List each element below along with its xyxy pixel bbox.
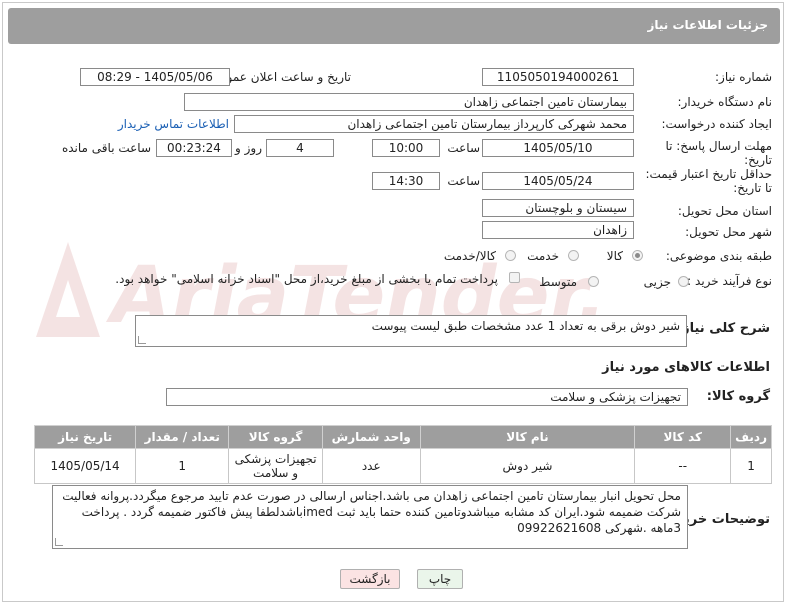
process-option-minor: جزیی bbox=[643, 275, 671, 289]
announce-datetime-field[interactable]: 1405/05/06 - 08:29 bbox=[80, 68, 230, 86]
price-validity-label-1: حداقل تاریخ اعتبار قیمت: bbox=[645, 167, 772, 181]
page-header: جزئیات اطلاعات نیاز bbox=[8, 8, 780, 44]
col-header-row: ردیف bbox=[730, 425, 772, 449]
process-radio-minor[interactable] bbox=[678, 276, 689, 287]
category-option-goods: کالا bbox=[606, 249, 623, 263]
cell-row: 1 bbox=[730, 448, 772, 484]
buyer-notes-text: محل تحویل انبار بیمارستان تامین اجتماعی … bbox=[62, 489, 681, 535]
resize-handle-icon[interactable] bbox=[138, 336, 146, 344]
city-label: شهر محل تحویل: bbox=[685, 225, 772, 239]
days-remaining-field[interactable]: 4 bbox=[266, 139, 334, 157]
reply-deadline-time-field[interactable]: 10:00 bbox=[372, 139, 440, 157]
col-header-date: تاریخ نیاز bbox=[33, 425, 137, 449]
process-option-medium: متوسط bbox=[539, 275, 577, 289]
time-remaining-field[interactable]: 00:23:24 bbox=[156, 139, 232, 157]
buyer-notes-field[interactable]: محل تحویل انبار بیمارستان تامین اجتماعی … bbox=[52, 485, 688, 549]
col-header-name: نام کالا bbox=[419, 425, 636, 449]
goods-table-header: ردیف کد کالا نام کالا واحد شمارش گروه کا… bbox=[33, 425, 772, 449]
col-header-group: گروه کالا bbox=[228, 425, 323, 449]
requester-label: ایجاد کننده درخواست: bbox=[661, 117, 772, 131]
summary-text: شیر دوش برقی به تعداد 1 عدد مشخصات طبق ل… bbox=[371, 319, 680, 333]
buyer-org-field[interactable]: بیمارستان تامین اجتماعی زاهدان bbox=[184, 93, 634, 111]
city-field[interactable]: زاهدان bbox=[482, 221, 634, 239]
province-label: استان محل تحویل: bbox=[677, 204, 772, 218]
category-radio-goods[interactable] bbox=[632, 250, 643, 261]
reply-deadline-label-2: تاریخ: bbox=[744, 153, 772, 167]
col-header-unit: واحد شمارش bbox=[321, 425, 421, 449]
cell-qty: 1 bbox=[135, 448, 230, 484]
goods-section-title: اطلاعات کالاهای مورد نیاز bbox=[602, 360, 770, 375]
cell-code: -- bbox=[634, 448, 732, 484]
reply-deadline-label-1: مهلت ارسال پاسخ: تا bbox=[665, 139, 772, 153]
price-validity-time-field[interactable]: 14:30 bbox=[372, 172, 440, 190]
process-type-label: نوع فرآیند خرید : bbox=[687, 274, 772, 288]
back-button[interactable]: بازگشت bbox=[340, 569, 400, 589]
buyer-org-label: نام دستگاه خریدار: bbox=[677, 95, 773, 109]
col-header-code: کد کالا bbox=[634, 425, 732, 449]
goods-table: ردیف کد کالا نام کالا واحد شمارش گروه کا… bbox=[33, 425, 772, 484]
category-radio-goods-service[interactable] bbox=[505, 250, 516, 261]
treasury-payment-checkbox[interactable] bbox=[509, 272, 520, 283]
cell-date: 1405/05/14 bbox=[33, 448, 137, 484]
need-number-field[interactable]: 1105050194000261 bbox=[482, 68, 634, 86]
print-button[interactable]: چاپ bbox=[417, 569, 463, 589]
process-radio-medium[interactable] bbox=[588, 276, 599, 287]
price-validity-date-field[interactable]: 1405/05/24 bbox=[482, 172, 634, 190]
summary-field[interactable]: شیر دوش برقی به تعداد 1 عدد مشخصات طبق ل… bbox=[135, 315, 687, 347]
category-option-service: خدمت bbox=[527, 249, 559, 263]
reply-deadline-time-label: ساعت bbox=[447, 141, 480, 155]
time-remaining-label: ساعت باقی مانده bbox=[61, 141, 151, 155]
summary-label: شرح کلی نیاز: bbox=[676, 321, 770, 336]
requester-field[interactable]: محمد شهرکی کارپرداز بیمارستان تامین اجتم… bbox=[234, 115, 634, 133]
table-row[interactable]: 1 -- شیر دوش عدد تجهیزات پزشکی و سلامت 1… bbox=[33, 448, 772, 484]
price-validity-label-2: تا تاریخ: bbox=[733, 181, 772, 195]
resize-handle-icon[interactable] bbox=[55, 538, 63, 546]
col-header-qty: تعداد / مقدار bbox=[135, 425, 230, 449]
treasury-payment-note: پرداخت تمام یا بخشی از مبلغ خرید،از محل … bbox=[115, 272, 498, 286]
days-label: روز و bbox=[235, 141, 262, 155]
category-option-goods-service: کالا/خدمت bbox=[443, 249, 496, 263]
cell-name: شیر دوش bbox=[419, 448, 636, 484]
cell-unit: عدد bbox=[321, 448, 421, 484]
contact-info-link[interactable]: اطلاعات تماس خریدار bbox=[118, 117, 229, 131]
category-label: طبقه بندی موضوعی: bbox=[665, 249, 772, 263]
price-validity-time-label: ساعت bbox=[447, 174, 480, 188]
goods-group-label: گروه کالا: bbox=[706, 389, 770, 404]
category-radio-service[interactable] bbox=[568, 250, 579, 261]
goods-group-field[interactable]: تجهیزات پزشکی و سلامت bbox=[166, 388, 688, 406]
page-title: جزئیات اطلاعات نیاز bbox=[647, 18, 768, 32]
province-field[interactable]: سیستان و بلوچستان bbox=[482, 199, 634, 217]
need-number-label: شماره نیاز: bbox=[715, 70, 772, 84]
cell-group: تجهیزات پزشکی و سلامت bbox=[228, 448, 323, 484]
reply-deadline-date-field[interactable]: 1405/05/10 bbox=[482, 139, 634, 157]
